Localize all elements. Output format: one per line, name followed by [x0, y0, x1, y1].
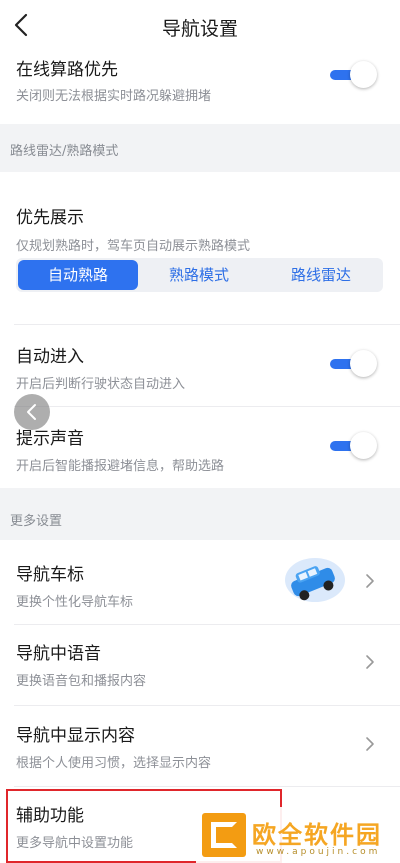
chevron-left-icon	[27, 404, 36, 420]
nav-display-row[interactable]: 导航中显示内容 根据个人使用习惯，选择显示内容	[0, 706, 400, 786]
segment-auto-familiar[interactable]: 自动熟路	[18, 260, 138, 290]
route-priority-toggle[interactable]	[330, 61, 377, 89]
chevron-right-icon	[366, 655, 374, 669]
route-priority-desc: 关闭则无法根据实时路况躲避拥堵	[16, 89, 212, 104]
chevron-right-icon	[366, 737, 374, 751]
prompt-sound-toggle[interactable]	[330, 432, 377, 460]
watermark-url: www.apoujin.com	[256, 847, 381, 857]
segment-familiar-mode[interactable]: 熟路模式	[138, 258, 260, 292]
section-label-radar: 路线雷达/熟路模式	[10, 144, 119, 159]
segment-route-radar[interactable]: 路线雷达	[260, 258, 382, 292]
nav-car-icon-desc: 更换个性化导航车标	[16, 595, 134, 610]
display-priority-desc: 仅规划熟路时，驾车页自动展示熟路模式	[16, 239, 251, 254]
auto-enter-desc: 开启后判断行驶状态自动进入	[16, 377, 186, 392]
nav-voice-title: 导航中语音	[16, 644, 101, 664]
section-label-more: 更多设置	[10, 514, 63, 529]
watermark-text: 欧全软件园	[252, 821, 382, 849]
nav-display-desc: 根据个人使用习惯，选择显示内容	[16, 756, 212, 771]
display-priority-segmented: 自动熟路 熟路模式 路线雷达	[16, 258, 383, 292]
watermark: 欧全软件园 www.apoujin.com	[196, 807, 400, 863]
display-priority-title: 优先展示	[16, 208, 84, 228]
toggle-knob	[350, 432, 377, 459]
nav-voice-desc: 更换语音包和播报内容	[16, 674, 147, 689]
car-avatar-icon	[285, 558, 345, 602]
divider	[14, 324, 400, 325]
auto-enter-toggle[interactable]	[330, 350, 377, 378]
nav-voice-row[interactable]: 导航中语音 更换语音包和播报内容	[0, 625, 400, 705]
toggle-knob	[350, 61, 377, 88]
watermark-logo-icon	[202, 813, 246, 857]
prompt-sound-desc: 开启后智能播报避堵信息，帮助选路	[16, 459, 225, 474]
auto-enter-title: 自动进入	[16, 347, 84, 367]
nav-car-icon-title: 导航车标	[16, 565, 84, 585]
floating-back-button[interactable]	[14, 394, 50, 430]
route-priority-card: 在线算路优先 关闭则无法根据实时路况躲避拥堵	[0, 52, 400, 124]
chevron-right-icon	[366, 574, 374, 588]
nav-display-title: 导航中显示内容	[16, 726, 135, 746]
divider	[14, 406, 400, 407]
toggle-knob	[350, 350, 377, 377]
nav-header: 导航设置	[0, 0, 400, 52]
route-priority-title: 在线算路优先	[16, 60, 118, 80]
page-title: 导航设置	[161, 18, 238, 40]
